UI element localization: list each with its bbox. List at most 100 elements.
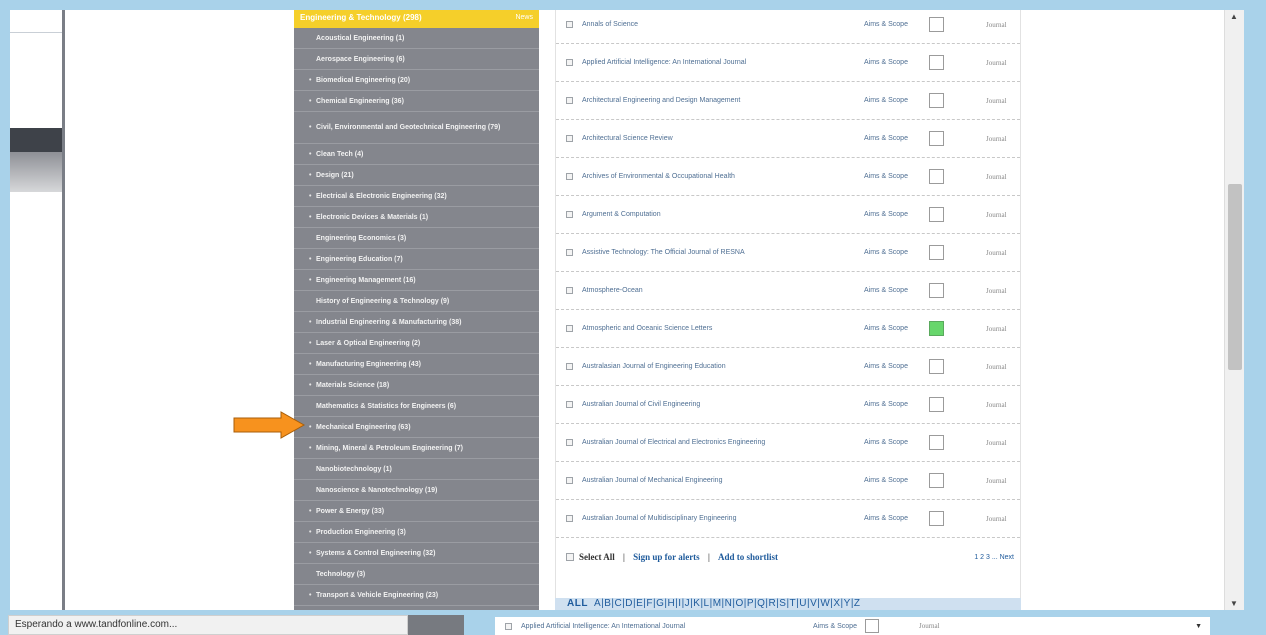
sidebar-item[interactable]: • Materials Science (18) [294,375,539,396]
journal-checkbox[interactable] [566,173,573,180]
journal-title[interactable]: Annals of Science [582,21,864,28]
journal-title[interactable]: Architectural Engineering and Design Man… [582,97,864,104]
shortlist-box[interactable] [929,207,944,222]
aims-scope-link[interactable]: Aims & Scope [864,135,929,142]
journal-checkbox[interactable] [566,439,573,446]
aims-scope-link[interactable]: Aims & Scope [864,477,929,484]
row-aims[interactable]: Aims & Scope [813,623,865,630]
sidebar-item[interactable]: • Manufacturing Engineering (43) [294,354,539,375]
journal-checkbox[interactable] [566,363,573,370]
journal-title[interactable]: Atmosphere-Ocean [582,287,864,294]
journal-checkbox[interactable] [566,135,573,142]
shortlist-box[interactable] [929,17,944,32]
sidebar-item[interactable]: • Chemical Engineering (36) [294,91,539,112]
sidebar-item-label[interactable]: Mechanical Engineering (63) [316,424,411,431]
sidebar-item-label[interactable]: Electrical & Electronic Engineering (32) [316,193,447,200]
aims-scope-link[interactable]: Aims & Scope [864,363,929,370]
add-to-shortlist-link[interactable]: Add to shortlist [718,552,778,562]
aims-scope-link[interactable]: Aims & Scope [864,249,929,256]
shortlist-box[interactable] [929,473,944,488]
sidebar-header-engineering[interactable]: Engineering & Technology (298) News [294,10,539,28]
aims-scope-link[interactable]: Aims & Scope [864,211,929,218]
row-title[interactable]: Applied Artificial Intelligence: An Inte… [521,623,813,630]
journal-checkbox[interactable] [566,401,573,408]
row-checkbox[interactable] [505,622,512,630]
shortlist-box[interactable] [929,397,944,412]
sidebar-item[interactable]: • Production Engineering (3) [294,522,539,543]
sidebar-item-label[interactable]: Engineering Education (7) [316,256,403,263]
sidebar-item[interactable]: Engineering Economics (3) [294,228,539,249]
sidebar-item[interactable]: • Transport & Vehicle Engineering (23) [294,585,539,606]
sidebar-item[interactable]: • Electronic Devices & Materials (1) [294,207,539,228]
shortlist-box[interactable] [929,245,944,260]
sidebar-item-label[interactable]: Electronic Devices & Materials (1) [316,214,428,221]
sidebar-item-label[interactable]: Acoustical Engineering (1) [316,35,404,42]
aims-scope-link[interactable]: Aims & Scope [864,97,929,104]
journal-checkbox[interactable] [566,249,573,256]
sidebar-item[interactable]: Nanobiotechnology (1) [294,459,539,480]
journal-title[interactable]: Archives of Environmental & Occupational… [582,173,864,180]
aims-scope-link[interactable]: Aims & Scope [864,325,929,332]
sidebar-item[interactable]: • Industrial Engineering & Manufacturing … [294,312,539,333]
journal-checkbox[interactable] [566,515,573,522]
shortlist-box[interactable] [929,55,944,70]
journal-title[interactable]: Australian Journal of Electrical and Ele… [582,439,864,446]
sidebar-item[interactable]: • Systems & Control Engineering (32) [294,543,539,564]
select-all-label[interactable]: Select All [579,552,615,562]
sidebar-header-label[interactable]: Engineering & Technology (298) [300,13,422,22]
journal-title[interactable]: Architectural Science Review [582,135,864,142]
sidebar-item[interactable]: Nanoscience & Nanotechnology (19) [294,480,539,501]
scrollbar-thumb[interactable] [1228,184,1242,370]
sidebar-item-label[interactable]: Biomedical Engineering (20) [316,77,410,84]
sidebar-item-label[interactable]: Nanoscience & Nanotechnology (19) [316,487,437,494]
journal-checkbox[interactable] [566,325,573,332]
journal-title[interactable]: Australian Journal of Multidisciplinary … [582,515,864,522]
sidebar-item-label[interactable]: History of Engineering & Technology (9) [316,298,449,305]
dropdown-icon[interactable]: ▼ [1195,623,1202,630]
journal-checkbox[interactable] [566,59,573,66]
sidebar-item-label[interactable]: Engineering Management (16) [316,277,416,284]
shortlist-box[interactable] [929,131,944,146]
sidebar-item-label[interactable]: Design (21) [316,172,354,179]
sidebar-item[interactable]: • Mechanical Engineering (63) [294,417,539,438]
sidebar-item-label[interactable]: Aerospace Engineering (6) [316,56,405,63]
sidebar-item-label[interactable]: Mathematics & Statistics for Engineers (… [316,403,456,410]
aims-scope-link[interactable]: Aims & Scope [864,439,929,446]
shortlist-box[interactable] [929,435,944,450]
sidebar-item[interactable]: Mathematics & Statistics for Engineers (… [294,396,539,417]
sidebar-item-label[interactable]: Manufacturing Engineering (43) [316,361,421,368]
aims-scope-link[interactable]: Aims & Scope [864,515,929,522]
journal-title[interactable]: Assistive Technology: The Official Journ… [582,249,864,256]
journal-checkbox[interactable] [566,287,573,294]
aims-scope-link[interactable]: Aims & Scope [864,59,929,66]
sidebar-item-label[interactable]: Systems & Control Engineering (32) [316,550,435,557]
sidebar-item-label[interactable]: Chemical Engineering (36) [316,98,404,105]
sidebar-item-label[interactable]: Industrial Engineering & Manufacturing (… [316,319,461,326]
shortlist-box[interactable] [929,283,944,298]
sidebar-item[interactable]: • Clean Tech (4) [294,144,539,165]
sidebar-item[interactable]: Aerospace Engineering (6) [294,49,539,70]
sidebar-item[interactable]: • Biomedical Engineering (20) [294,70,539,91]
sidebar-item-label[interactable]: Transport & Vehicle Engineering (23) [316,592,438,599]
sidebar-item-label[interactable]: Civil, Environmental and Geotechnical En… [316,123,500,133]
sidebar-item[interactable]: • Engineering Education (7) [294,249,539,270]
sidebar-item[interactable]: • Laser & Optical Engineering (2) [294,333,539,354]
sidebar-item-label[interactable]: Engineering Economics (3) [316,235,406,242]
journal-title[interactable]: Argument & Computation [582,211,864,218]
sidebar-item-label[interactable]: Technology (3) [316,571,365,578]
shortlist-box[interactable] [929,359,944,374]
shortlist-box[interactable] [929,93,944,108]
sidebar-item[interactable]: • Electrical & Electronic Engineering (32… [294,186,539,207]
row-shortlist-box[interactable] [865,619,879,633]
alpha-letters[interactable]: A|B|C|D|E|F|G|H|I|J|K|L|M|N|O|P|Q|R|S|T|… [594,598,861,609]
journal-title[interactable]: Australian Journal of Civil Engineering [582,401,864,408]
aims-scope-link[interactable]: Aims & Scope [864,287,929,294]
sign-up-alerts-link[interactable]: Sign up for alerts [633,552,700,562]
journal-title[interactable]: Applied Artificial Intelligence: An Inte… [582,59,864,66]
sidebar-item-label[interactable]: Clean Tech (4) [316,151,363,158]
aims-scope-link[interactable]: Aims & Scope [864,21,929,28]
scroll-down-icon[interactable]: ▼ [1230,599,1238,608]
sidebar-item-label[interactable]: Laser & Optical Engineering (2) [316,340,420,347]
shortlist-box[interactable] [929,511,944,526]
sidebar-item-label[interactable]: Mining, Mineral & Petroleum Engineering … [316,445,463,452]
